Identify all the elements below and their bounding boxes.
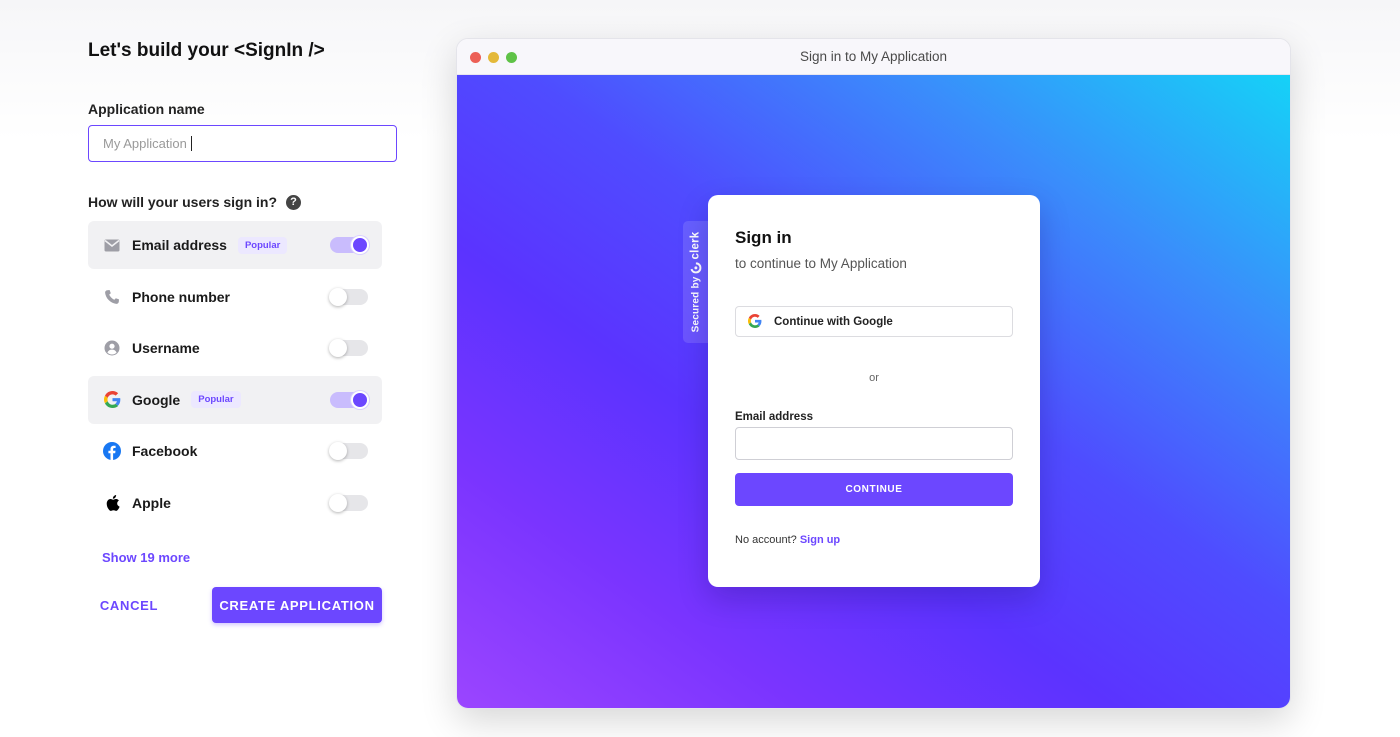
email-address-input[interactable] [735,427,1013,460]
clerk-logo-icon [690,262,701,274]
option-email-label: Email address [132,237,227,253]
email-toggle[interactable] [330,236,369,254]
phone-toggle[interactable] [329,287,368,306]
preview-background: Secured by clerk Sign in to continue to … [457,75,1290,708]
option-apple-label: Apple [132,494,171,511]
continue-with-google-button[interactable]: Continue with Google [735,306,1013,337]
sign-in-card: Sign in to continue to My Application Co… [708,195,1040,587]
page: Let's build your <SignIn /> Application … [0,0,1400,737]
sign-in-question-text: How will your users sign in? [88,194,278,210]
or-divider: or [869,372,879,384]
user-circle-icon [102,338,122,358]
phone-icon [102,287,122,307]
no-account-text: No account? [735,534,797,546]
secured-by-text: Secured by [690,276,701,333]
app-name-input[interactable] [88,125,397,162]
facebook-toggle[interactable] [329,442,368,461]
option-google-label: Google [132,391,181,408]
google-icon [102,390,122,410]
sign-in-options-list: Email address Popular Phone number Usern… [88,221,382,531]
toggle-knob [351,390,369,409]
username-toggle[interactable] [329,339,368,358]
option-apple[interactable]: Apple [88,479,382,527]
clerk-brand: clerk [689,231,702,260]
email-address-label: Email address [735,411,813,423]
apple-toggle[interactable] [329,493,368,512]
create-application-button[interactable]: CREATE APPLICATION [212,587,382,623]
page-title: Let's build your <SignIn /> [88,40,325,61]
continue-button[interactable]: CONTINUE [735,473,1013,506]
toggle-knob [329,339,347,358]
apple-icon [102,493,122,513]
show-more-link[interactable]: Show 19 more [102,550,190,565]
toggle-knob [329,442,347,461]
popular-badge: Popular [191,391,241,409]
option-username[interactable]: Username [88,324,382,372]
google-toggle[interactable] [330,390,369,409]
continue-with-google-label: Continue with Google [774,315,893,328]
window-titlebar: Sign in to My Application [457,39,1290,75]
window-title: Sign in to My Application [799,49,948,64]
secured-by-tab: Secured by clerk [683,221,708,343]
app-name-label: Application name [88,101,205,117]
cancel-button[interactable]: CANCEL [88,587,170,623]
option-google[interactable]: Google Popular [88,375,382,424]
option-email[interactable]: Email address Popular [88,221,382,269]
sign-in-question: How will your users sign in? ? [88,194,302,210]
sign-in-title: Sign in [735,228,792,247]
sign-in-subtitle: to continue to My Application [735,256,907,271]
option-username-label: Username [132,340,200,357]
option-phone[interactable]: Phone number [88,273,382,321]
question-circle-icon[interactable]: ? [286,194,302,210]
popular-badge: Popular [237,236,288,254]
toggle-knob [351,236,369,254]
option-phone-label: Phone number [132,288,231,305]
toggle-knob [329,493,347,512]
toggle-knob [329,287,347,306]
sign-up-link[interactable]: Sign up [800,534,840,546]
secured-by-label: Secured by clerk [690,232,702,333]
facebook-icon [102,441,122,461]
text-cursor [191,136,192,151]
preview-window: Sign in to My Application Secured by cle… [456,38,1291,709]
envelope-icon [102,235,122,255]
google-icon [748,314,763,329]
option-facebook-label: Facebook [132,443,198,460]
option-facebook[interactable]: Facebook [88,427,382,475]
no-account-row: No account? Sign up [735,534,840,546]
